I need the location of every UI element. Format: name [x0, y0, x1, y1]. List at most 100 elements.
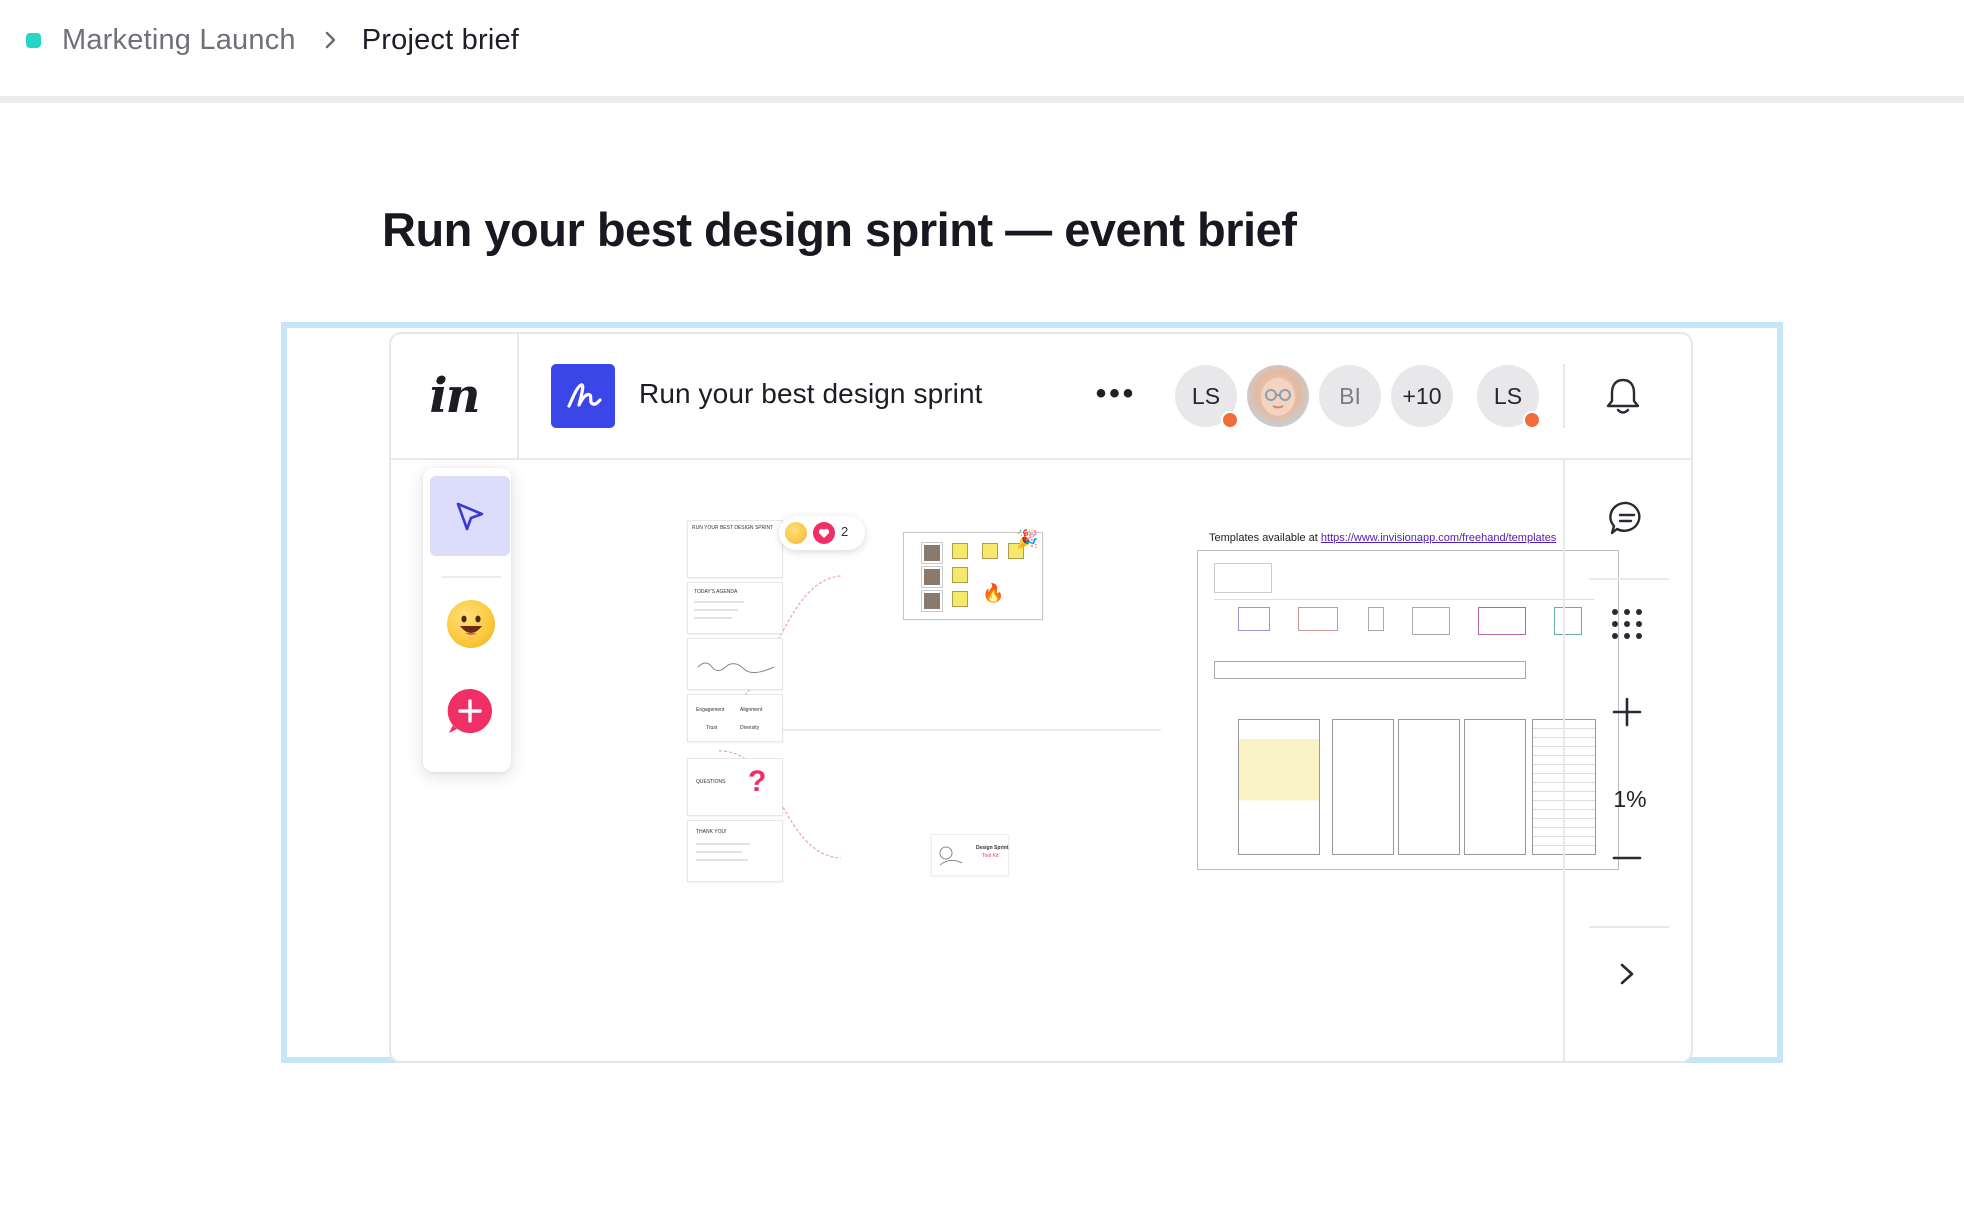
sticky-notes-frame[interactable]: 🎉 🔥: [903, 529, 1043, 620]
overflow-count: +10: [1402, 382, 1442, 409]
reactions-pill[interactable]: 2: [779, 516, 865, 550]
breadcrumb-parent-link[interactable]: Marketing Launch: [62, 24, 296, 57]
select-tool-button[interactable]: [430, 476, 510, 556]
template-frame: [1478, 607, 1526, 635]
text-line: [696, 851, 742, 853]
slide-thumbnail[interactable]: [687, 638, 783, 690]
avatar-initials: BI: [1339, 382, 1361, 409]
tool-palette: [423, 468, 511, 772]
zoom-in-button[interactable]: [1607, 692, 1647, 732]
project-color-dot: [26, 32, 41, 48]
slide-text: Diversity: [740, 725, 760, 731]
templates-board-preview[interactable]: [1197, 550, 1619, 870]
avatar-initials: LS: [1493, 382, 1523, 409]
right-toolbar: 1%: [1563, 460, 1691, 1061]
rail-divider: [1589, 926, 1669, 928]
slide-text: Alignment: [740, 707, 763, 713]
avatar-initials: LS: [1191, 382, 1221, 409]
template-column: [1332, 719, 1394, 855]
slide-text: Engagement: [696, 707, 725, 713]
sticky-note: [952, 567, 968, 583]
scribble-graphic: [697, 662, 775, 673]
whiteboard-header: in Run your best design sprint ••• LS BI…: [391, 334, 1691, 460]
dots-grid-icon: [1612, 609, 1642, 639]
comment-bubble-icon: [1609, 501, 1641, 535]
header-divider: [1563, 364, 1565, 428]
breadcrumb: Marketing Launch Project brief: [26, 19, 519, 61]
laughing-face-icon: [460, 615, 482, 635]
slide-thumbnail[interactable]: THANK YOU!: [687, 820, 783, 882]
template-frame: [1238, 607, 1270, 631]
design-sprint-kit-card[interactable]: Design Sprint Tool Kit: [931, 834, 1009, 876]
add-element-button[interactable]: [445, 686, 495, 736]
party-popper-icon: 🎉: [1016, 529, 1039, 549]
text-line: [694, 609, 738, 611]
cursor-arrow-icon: [456, 502, 484, 531]
current-user-avatar[interactable]: LS: [1477, 365, 1541, 429]
rail-divider: [1589, 578, 1669, 580]
freehand-board-icon: [551, 364, 615, 428]
invision-logo-text: in: [429, 368, 480, 424]
app-logo[interactable]: in: [391, 334, 519, 458]
collaborator-avatar[interactable]: BI: [1319, 365, 1381, 427]
text-line: [694, 601, 744, 603]
text-line: [696, 859, 748, 861]
board-canvas[interactable]: RUN YOUR BEST DESIGN SPRINT TODAY'S AGEN…: [521, 460, 1619, 1061]
top-bar: Marketing Launch Project brief: [0, 0, 1964, 103]
templates-link[interactable]: https://www.invisionapp.com/freehand/tem…: [1321, 532, 1556, 544]
more-collaborators-badge[interactable]: +10: [1391, 365, 1453, 427]
minus-icon: [1612, 856, 1642, 860]
template-column: [1238, 719, 1320, 855]
slide-text: THANK YOU!: [696, 829, 727, 835]
template-frame: [1412, 607, 1450, 635]
slide-thumbnail[interactable]: Engagement Alignment Trust Diversity: [687, 694, 783, 742]
reaction-count: 2: [841, 524, 849, 539]
collaborator-avatar[interactable]: LS: [1175, 365, 1239, 429]
sticky-note: [952, 591, 968, 607]
page-title[interactable]: Run your best design sprint — event brie…: [382, 202, 1297, 257]
board-title[interactable]: Run your best design sprint: [639, 378, 983, 410]
question-mark-icon: ?: [748, 765, 767, 798]
more-horizontal-icon: •••: [1095, 377, 1137, 410]
chevron-right-icon: [1620, 963, 1634, 985]
embed-frame[interactable]: in Run your best design sprint ••• LS BI…: [281, 322, 1783, 1063]
person-thumbnail: [922, 567, 942, 587]
template-frame: [1214, 661, 1526, 679]
template-column: [1464, 719, 1526, 855]
slide-text: Design Sprint: [976, 845, 1009, 851]
template-frame: [1368, 607, 1384, 631]
expand-panel-button[interactable]: [1607, 954, 1647, 994]
templates-prefix: Templates available at: [1209, 532, 1318, 544]
whiteboard-app: in Run your best design sprint ••• LS BI…: [389, 332, 1693, 1063]
slide-thumbnail[interactable]: QUESTIONS ?: [687, 758, 783, 816]
slide-thumbnail[interactable]: TODAY'S AGENDA: [687, 582, 783, 634]
laughing-face-icon: [785, 522, 807, 544]
comments-button[interactable]: [1605, 496, 1649, 540]
heart-icon: [813, 522, 835, 544]
slide-text: Trust: [706, 725, 718, 731]
plus-icon: [1612, 697, 1642, 727]
slide-text: RUN YOUR BEST DESIGN SPRINT: [692, 525, 774, 531]
sticky-note: [982, 543, 998, 559]
zoom-level-readout: 1%: [1613, 786, 1647, 812]
more-options-button[interactable]: •••: [1091, 372, 1141, 416]
slide-text: TODAY'S AGENDA: [694, 589, 738, 595]
palette-divider: [441, 576, 501, 578]
apps-grid-button[interactable]: [1605, 602, 1649, 646]
emoji-reaction-tool[interactable]: [447, 600, 495, 648]
person-thumbnail: [922, 591, 942, 611]
slide-text: Tool Kit: [982, 853, 999, 859]
template-column: [1398, 719, 1460, 855]
baby-photo-icon: [1261, 378, 1295, 416]
breadcrumb-current[interactable]: Project brief: [362, 24, 519, 57]
text-line: [694, 617, 732, 619]
template-frame: [1214, 563, 1272, 593]
sticky-note: [952, 543, 968, 559]
collaborator-avatar-photo[interactable]: [1247, 365, 1309, 427]
slide-thumbnail[interactable]: RUN YOUR BEST DESIGN SPRINT: [687, 520, 783, 578]
slide-text: QUESTIONS: [696, 779, 726, 785]
notifications-button[interactable]: [1601, 374, 1645, 418]
text-line: [696, 843, 750, 845]
zoom-out-button[interactable]: [1607, 838, 1647, 878]
sketch-graphic: [939, 846, 963, 866]
